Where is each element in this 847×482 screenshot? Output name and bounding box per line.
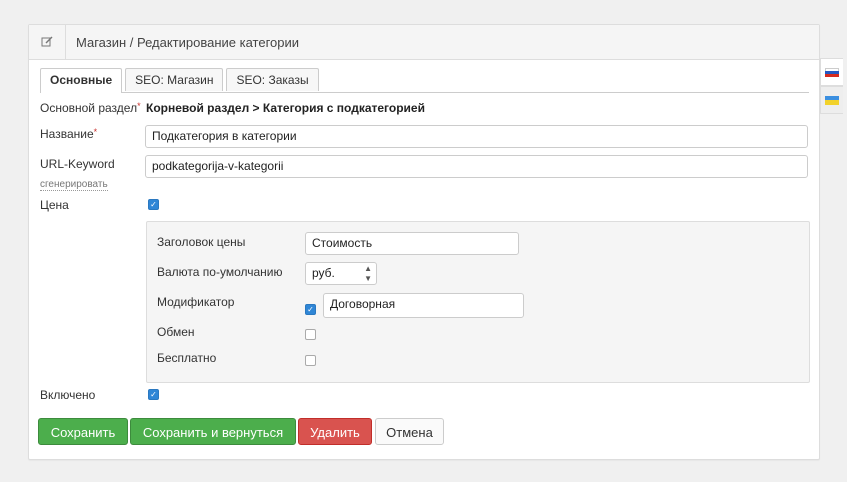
url-keyword-input[interactable]: podkategorija-v-kategorii (145, 155, 808, 178)
free-label: Бесплатно (157, 351, 217, 365)
required-mark: * (93, 127, 98, 137)
required-mark: * (137, 101, 141, 111)
tab-main[interactable]: Основные (40, 68, 123, 93)
cancel-button[interactable]: Отмена (375, 418, 444, 445)
page-title: Магазин / Редактирование категории (76, 34, 300, 50)
tab-bar: Основные SEO: Магазин SEO: Заказы (40, 68, 809, 93)
modifier-input[interactable]: Договорная (323, 293, 524, 318)
generate-link-text[interactable]: сгенерировать (40, 179, 108, 191)
modifier-checkbox[interactable]: ✓ (305, 304, 316, 315)
enabled-checkbox[interactable]: ✓ (148, 389, 159, 400)
tab-seo-orders[interactable]: SEO: Заказы (226, 68, 319, 91)
exchange-checkbox[interactable] (305, 329, 316, 340)
save-and-return-button[interactable]: Сохранить и вернуться (130, 418, 296, 445)
panel-header: Магазин / Редактирование категории (29, 25, 819, 60)
parent-section-value: Корневой раздел > Категория с подкатегор… (146, 101, 425, 115)
delete-button[interactable]: Удалить (298, 418, 372, 445)
edit-icon (29, 25, 66, 59)
ua-flag-icon[interactable] (820, 86, 843, 114)
price-title-label: Заголовок цены (157, 235, 246, 249)
price-checkbox[interactable]: ✓ (148, 199, 159, 210)
price-title-input[interactable]: Стоимость (305, 232, 519, 255)
name-label-text: Название (40, 127, 94, 141)
ru-flag-icon[interactable] (820, 58, 843, 86)
price-settings-panel: Заголовок цены Стоимость Валюта по-умолч… (146, 221, 810, 383)
generate-link[interactable]: сгенерировать (40, 176, 108, 191)
currency-select-value: руб. (312, 266, 335, 280)
currency-label: Валюта по-умолчанию (157, 265, 283, 279)
tab-seo-shop[interactable]: SEO: Магазин (125, 68, 224, 91)
enabled-label: Включено (40, 388, 96, 402)
modifier-label: Модификатор (157, 295, 235, 309)
parent-section-label: Основной раздел* (40, 101, 141, 115)
ru-flag-graphic (825, 67, 839, 77)
currency-select[interactable]: руб. ▲ ▼ (305, 262, 377, 285)
name-input[interactable]: Подкатегория в категории (145, 125, 808, 148)
edit-category-panel: Магазин / Редактирование категории Основ… (28, 24, 820, 460)
free-checkbox[interactable] (305, 355, 316, 366)
select-arrows-icon: ▲ ▼ (364, 264, 372, 283)
ua-flag-graphic (825, 95, 839, 105)
save-button[interactable]: Сохранить (38, 418, 128, 445)
url-keyword-label: URL-Keyword (40, 157, 115, 171)
parent-section-label-text: Основной раздел (40, 101, 138, 115)
exchange-label: Обмен (157, 325, 195, 339)
price-label: Цена (40, 198, 69, 212)
name-label: Название* (40, 127, 97, 141)
